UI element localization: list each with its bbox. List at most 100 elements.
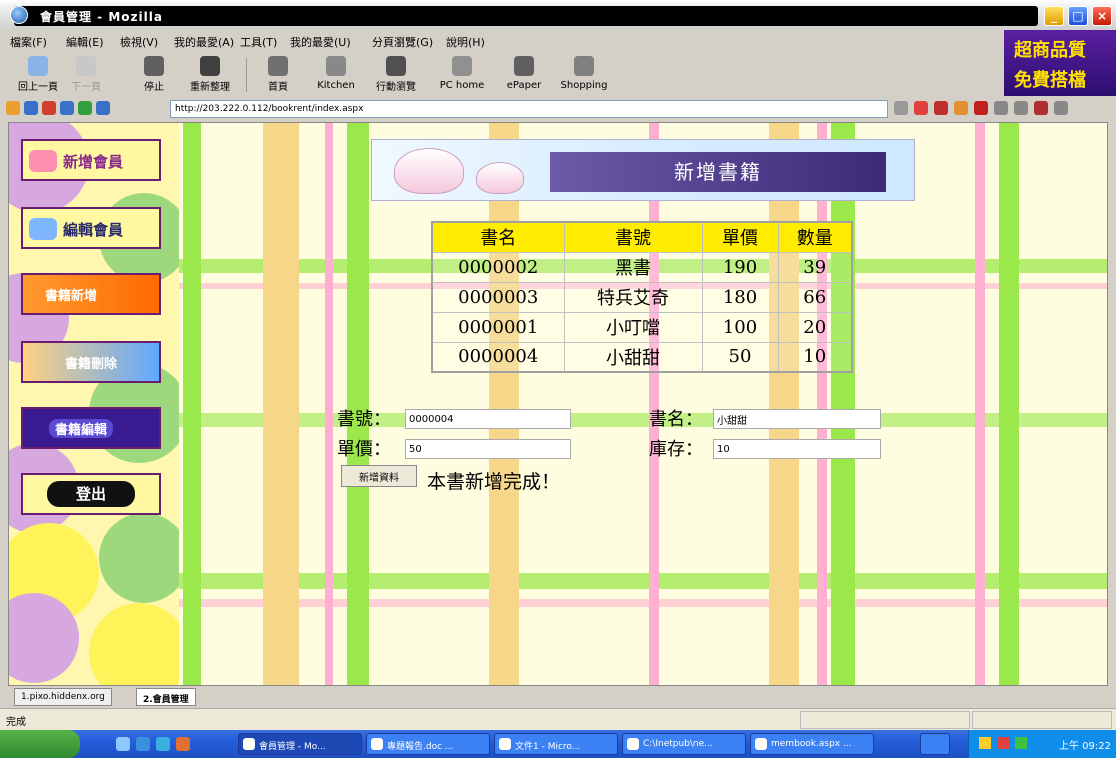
- shopping-button[interactable]: Shopping: [560, 52, 608, 98]
- menu-edit[interactable]: 編輯(E): [66, 34, 104, 50]
- epaper-button[interactable]: ePaper: [500, 52, 548, 98]
- price-input[interactable]: [405, 439, 571, 459]
- dropdown-icon[interactable]: [894, 101, 908, 115]
- elephant-icon: [29, 218, 57, 240]
- desktop-icon[interactable]: [116, 737, 130, 751]
- browser-tab-bar: 1.pixo.hiddenx.org 2.會員管理: [0, 686, 1116, 708]
- nav-edit-member[interactable]: 編輯會員: [21, 207, 161, 249]
- table-row: 0000003 特兵艾奇 180 66: [431, 281, 853, 313]
- book-number-input[interactable]: [405, 409, 571, 429]
- epaper-icon: [514, 56, 534, 76]
- col-header-name: 書名: [431, 221, 565, 253]
- nav-edit-book[interactable]: 書籍編輯: [21, 407, 161, 449]
- folder-icon[interactable]: [6, 101, 20, 115]
- status-text: 完成: [6, 717, 26, 728]
- tab-member-admin[interactable]: 2.會員管理: [136, 688, 196, 706]
- menu-view[interactable]: 檢視(V): [120, 34, 158, 50]
- table-row: 0000002 黑書 190 39: [431, 251, 853, 283]
- task-member-admin[interactable]: 會員管理 - Mo...: [238, 733, 362, 755]
- ad-banner[interactable]: 超商品質 免費搭檔: [1004, 30, 1116, 96]
- status-cell: [800, 711, 970, 729]
- tab-icon[interactable]: [1014, 101, 1028, 115]
- table-cell: 0000004: [431, 341, 565, 373]
- menu-tools[interactable]: 工具(T): [240, 34, 277, 50]
- taskbar: 會員管理 - Mo... 專題報告.doc ... 文件1 - Micro...…: [0, 730, 1116, 758]
- network-icon[interactable]: [979, 737, 991, 749]
- back-arrow-icon: [28, 56, 48, 76]
- close-button[interactable]: ×: [1092, 6, 1112, 26]
- table-cell: 100: [701, 311, 779, 343]
- folder-task-icon: [627, 738, 639, 750]
- book-name-input[interactable]: [713, 409, 881, 429]
- stock-input[interactable]: [713, 439, 881, 459]
- more-icon[interactable]: [1054, 101, 1068, 115]
- menu-file[interactable]: 檔案(F): [10, 34, 47, 50]
- close-tab-icon[interactable]: [1034, 101, 1048, 115]
- mobile-icon: [386, 56, 406, 76]
- task-keyboard[interactable]: [920, 733, 950, 755]
- menu-favorites-2[interactable]: 我的最愛(U): [290, 34, 351, 50]
- status-zone-cell: [972, 711, 1112, 729]
- home-label: 首頁: [268, 82, 288, 93]
- settings-icon[interactable]: [954, 101, 968, 115]
- browser-viewport: 新增會員 編輯會員 書籍新增 書籍刪除 書籍編輯 登出 新增書籍 書名 書號 單…: [8, 122, 1108, 686]
- shopping-icon: [574, 56, 594, 76]
- nav-edit-book-label: 書籍編輯: [49, 419, 114, 438]
- kitchen-button[interactable]: Kitchen: [312, 52, 360, 98]
- menu-favorites[interactable]: 我的最愛(A): [174, 34, 234, 50]
- mobile-browse-button[interactable]: 行動瀏覽: [372, 52, 420, 98]
- success-message: 本書新增完成！: [427, 471, 561, 493]
- refresh-button[interactable]: 重新整理: [186, 52, 234, 98]
- menu-help[interactable]: 說明(H): [446, 34, 485, 50]
- menu-bar: 檔案(F) 編輯(E) 檢視(V) 我的最愛(A) 工具(T) 我的最愛(U) …: [0, 30, 1000, 52]
- app-icon[interactable]: [176, 737, 190, 751]
- menu-tab-browsing[interactable]: 分頁瀏覽(G): [372, 34, 433, 50]
- task-label: 文件1 - Micro...: [515, 742, 581, 752]
- globe-icon[interactable]: [24, 101, 38, 115]
- tab-pixo[interactable]: 1.pixo.hiddenx.org: [14, 688, 112, 706]
- go-icon[interactable]: [914, 101, 928, 115]
- volume-icon[interactable]: [1015, 737, 1027, 749]
- mail-icon-2[interactable]: [934, 101, 948, 115]
- security-icon[interactable]: [997, 737, 1009, 749]
- nav-delete-book[interactable]: 書籍刪除: [21, 341, 161, 383]
- home-button[interactable]: 首頁: [254, 52, 302, 98]
- table-cell: 190: [701, 251, 779, 283]
- start-button[interactable]: [0, 730, 80, 758]
- stop-label: 停止: [144, 82, 164, 93]
- mail-icon[interactable]: [42, 101, 56, 115]
- nav-add-book[interactable]: 書籍新增: [21, 273, 161, 315]
- url-input[interactable]: [170, 100, 888, 118]
- ad-line-1: 超商品質: [1014, 40, 1086, 61]
- ie-icon[interactable]: [136, 737, 150, 751]
- nav-edit-member-label: 編輯會員: [63, 221, 124, 239]
- pchome-button[interactable]: PC home: [438, 52, 486, 98]
- nav-logout[interactable]: 登出: [21, 473, 161, 515]
- news-icon[interactable]: [60, 101, 74, 115]
- print-icon[interactable]: [78, 101, 92, 115]
- forward-button[interactable]: 下一頁: [62, 52, 110, 98]
- nav-add-member[interactable]: 新增會員: [21, 139, 161, 181]
- epaper-label: ePaper: [506, 80, 542, 91]
- page-icon[interactable]: [96, 101, 110, 115]
- table-cell: 39: [777, 251, 853, 283]
- maximize-button[interactable]: □: [1068, 6, 1088, 26]
- browser-task-icon: [243, 738, 255, 750]
- task-report-doc[interactable]: 專題報告.doc ...: [366, 733, 490, 755]
- task-document1[interactable]: 文件1 - Micro...: [494, 733, 618, 755]
- window-icon[interactable]: [994, 101, 1008, 115]
- minimize-button[interactable]: _: [1044, 6, 1064, 26]
- media-icon[interactable]: [156, 737, 170, 751]
- word-task-icon: [499, 738, 511, 750]
- col-header-qty: 數量: [777, 221, 853, 253]
- table-cell: 小叮噹: [563, 311, 703, 343]
- back-button[interactable]: 回上一頁: [14, 52, 62, 98]
- save-icon[interactable]: [974, 101, 988, 115]
- clock: 上午 09:22: [1059, 741, 1111, 752]
- task-membook[interactable]: membook.aspx ...: [750, 733, 874, 755]
- task-inetpub[interactable]: C:\Inetpub\ne...: [622, 733, 746, 755]
- stop-button[interactable]: 停止: [130, 52, 178, 98]
- add-book-button[interactable]: 新增資料: [341, 465, 417, 487]
- table-cell: 20: [777, 311, 853, 343]
- left-nav-frame: 新增會員 編輯會員 書籍新增 書籍刪除 書籍編輯 登出: [9, 123, 179, 685]
